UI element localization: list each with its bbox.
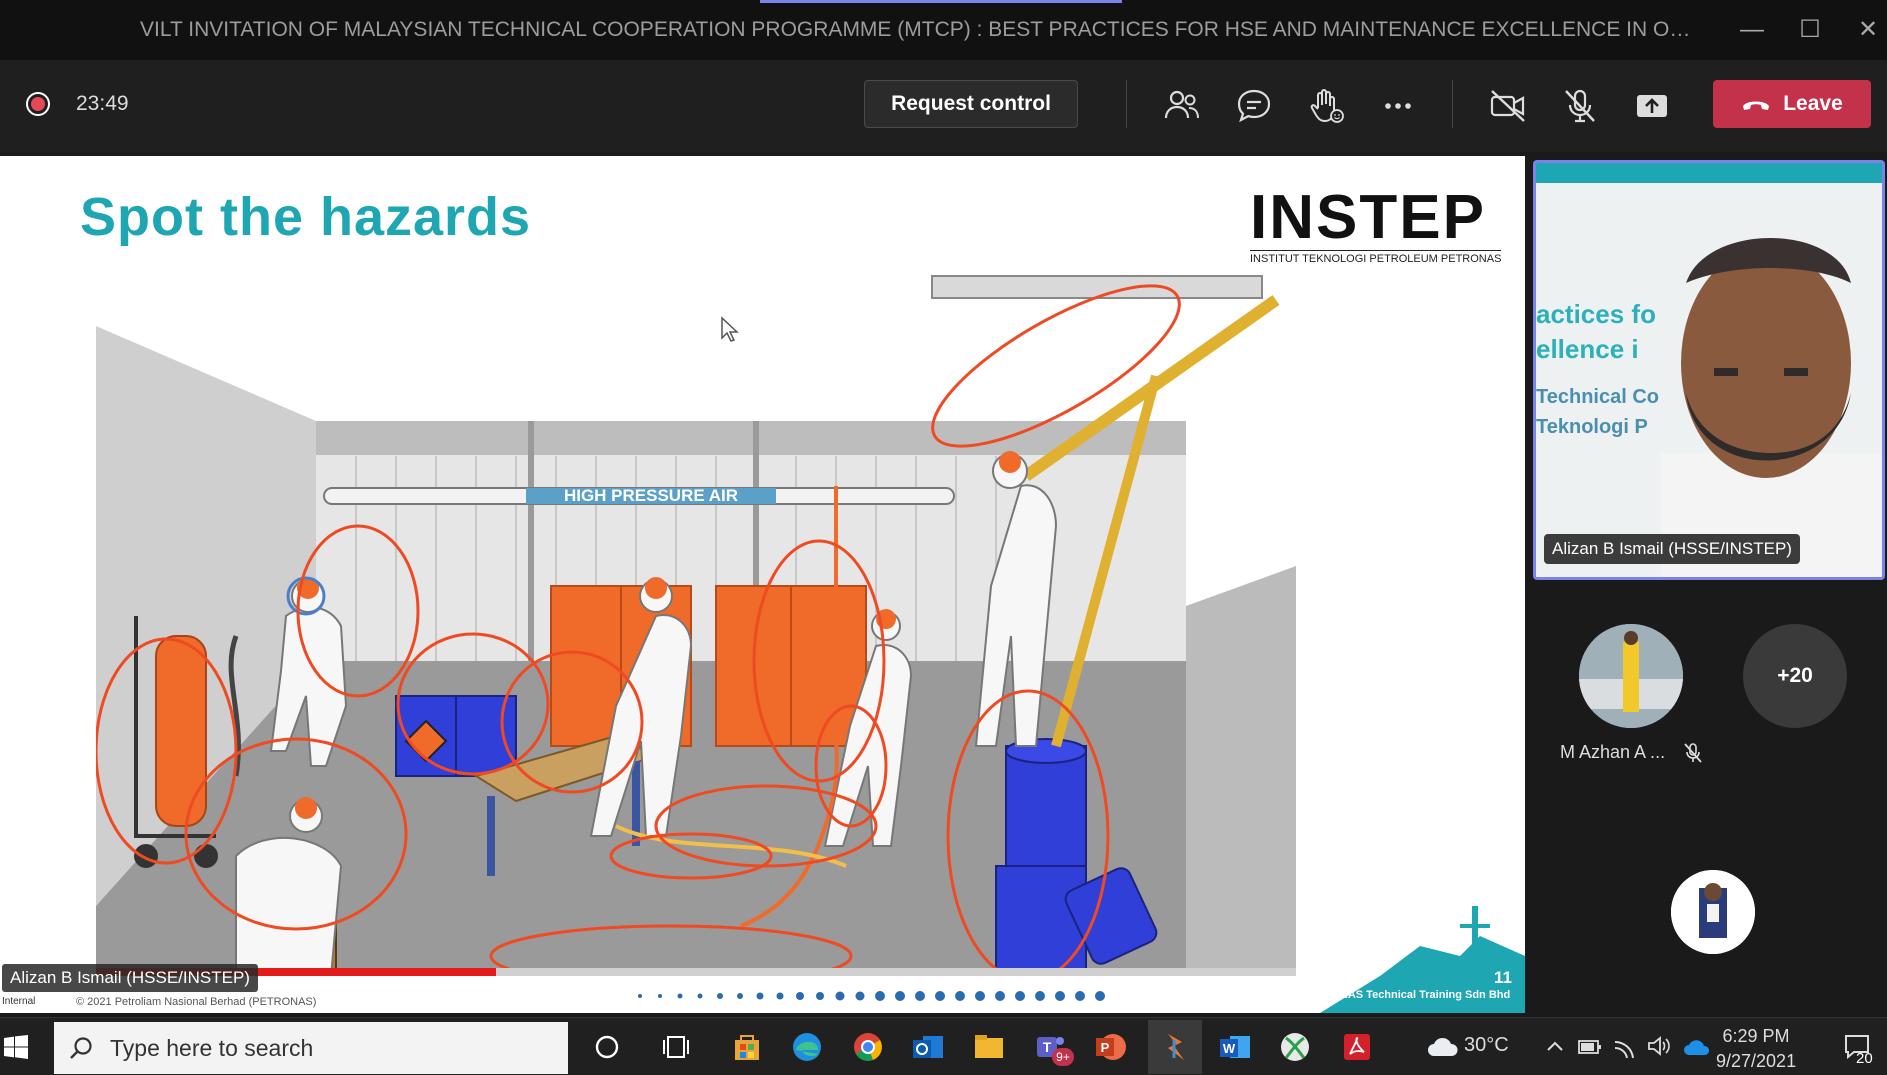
svg-text:W: W xyxy=(1223,1041,1236,1056)
onedrive-icon[interactable] xyxy=(1682,1036,1712,1058)
chevron-up-icon[interactable] xyxy=(1544,1036,1566,1058)
mic-off-icon[interactable] xyxy=(1560,86,1600,126)
bg-slide-text-3: Technical Co xyxy=(1536,386,1659,408)
presenter-name-label: Alizan B Ismail (HSSE/INSTEP) xyxy=(2,964,258,992)
taskbar-clock[interactable]: 6:29 PM 9/27/2021 xyxy=(1716,1024,1796,1074)
maximize-button[interactable]: ☐ xyxy=(1790,12,1830,48)
logo-word: INSTEP xyxy=(1250,183,1486,252)
avatar-photo xyxy=(1579,624,1683,728)
bg-slide-text-4: Teknologi P xyxy=(1536,416,1648,438)
file-explorer-icon[interactable] xyxy=(970,1028,1008,1066)
window-title: VILT INVITATION OF MALAYSIAN TECHNICAL C… xyxy=(140,18,1700,41)
avatar-photo-small xyxy=(1671,870,1755,954)
chat-icon[interactable] xyxy=(1234,86,1274,126)
hazard-scene-illustration: HIGH PRESSURE AIR xyxy=(96,275,1296,976)
notification-count: 20 xyxy=(1856,1050,1873,1067)
taskbar-search[interactable]: Type here to search xyxy=(54,1022,568,1074)
instep-logo: INSTEP INSTITUT TEKNOLOGI PETROLEUM PETR… xyxy=(1250,183,1502,265)
bg-slide-text-2: ellence i xyxy=(1536,334,1639,364)
classification-label: Internal xyxy=(2,996,36,1007)
participant-video-name: Alizan B Ismail (HSSE/INSTEP) xyxy=(1544,534,1800,564)
participant-video-feed: actices fo ellence i Technical Co Teknol… xyxy=(1536,163,1882,577)
leave-button[interactable]: Leave xyxy=(1713,80,1871,128)
windows-start-icon[interactable] xyxy=(4,1035,28,1059)
participant-name-text: M Azhan A ... xyxy=(1560,742,1666,762)
toolbar-divider xyxy=(1126,80,1127,128)
store-icon[interactable] xyxy=(728,1028,766,1066)
wifi-icon[interactable] xyxy=(1612,1034,1638,1058)
battery-icon[interactable] xyxy=(1577,1036,1603,1058)
participant-avatar-small[interactable] xyxy=(1671,870,1755,954)
svg-text:T: T xyxy=(1043,1039,1052,1055)
participant-avatar[interactable] xyxy=(1579,624,1683,728)
bg-slide-text-1: actices fo xyxy=(1536,299,1656,329)
clock-time: 6:29 PM xyxy=(1722,1026,1790,1046)
search-icon xyxy=(70,1037,92,1059)
slide-copyright: © 2021 Petroliam Nasional Berhad (PETRON… xyxy=(76,996,317,1008)
meeting-toolbar: 23:49 Request control Leave xyxy=(0,60,1887,152)
task-view-icon[interactable] xyxy=(658,1028,696,1066)
volume-icon[interactable] xyxy=(1646,1034,1672,1058)
record-icon xyxy=(26,92,50,116)
shared-content: Spot the hazards INSTEP INSTITUT TEKNOLO… xyxy=(0,156,1525,1013)
participants-icon[interactable] xyxy=(1162,86,1202,126)
slide-footer-brand: PETRONAS Technical Training Sdn Bhd xyxy=(1302,989,1511,1001)
more-participants-button[interactable]: +20 xyxy=(1743,624,1847,728)
search-placeholder: Type here to search xyxy=(110,1034,314,1061)
window-titlebar: VILT INVITATION OF MALAYSIAN TECHNICAL C… xyxy=(0,0,1887,60)
close-button[interactable]: ✕ xyxy=(1848,12,1887,48)
toolbar-divider xyxy=(1452,80,1453,128)
participant-name: M Azhan A ... xyxy=(1560,742,1665,763)
chrome-icon[interactable] xyxy=(849,1028,887,1066)
participant-video-tile[interactable]: actices fo ellence i Technical Co Teknol… xyxy=(1533,160,1885,580)
word-icon[interactable]: W xyxy=(1216,1028,1254,1066)
mouse-cursor-icon xyxy=(721,316,739,342)
hang-up-icon xyxy=(1743,101,1770,110)
meeting-timer: 23:49 xyxy=(76,92,129,115)
raise-hand-icon[interactable] xyxy=(1306,86,1346,126)
powerpoint-icon[interactable]: P xyxy=(1092,1028,1130,1066)
weather-cloud-icon[interactable] xyxy=(1426,1032,1460,1062)
leave-label: Leave xyxy=(1783,92,1843,115)
slide-title: Spot the hazards xyxy=(80,187,532,247)
outlook-icon[interactable] xyxy=(909,1028,947,1066)
slide-page-number: 11 xyxy=(1494,968,1512,987)
more-icon[interactable] xyxy=(1378,86,1418,126)
muted-mic-icon xyxy=(1684,743,1702,763)
pipe-sign: HIGH PRESSURE AIR xyxy=(564,486,738,505)
share-icon[interactable] xyxy=(1632,86,1672,126)
titlebar-accent xyxy=(760,0,1122,3)
clock-date: 9/27/2021 xyxy=(1716,1051,1797,1071)
svg-text:P: P xyxy=(1101,1040,1110,1055)
acrobat-icon[interactable] xyxy=(1338,1028,1376,1066)
gas-cylinder xyxy=(155,635,207,827)
teams-badge: 9+ xyxy=(1052,1048,1074,1066)
xbox-icon[interactable] xyxy=(1276,1028,1314,1066)
minimize-button[interactable]: — xyxy=(1732,12,1772,48)
temperature[interactable]: 30°C xyxy=(1464,1034,1509,1057)
windows-taskbar: Type here to search T 9+ P W 30°C 6:29 P… xyxy=(0,1017,1887,1075)
camera-off-icon[interactable] xyxy=(1488,86,1528,126)
edge-icon[interactable] xyxy=(788,1028,826,1066)
app-icon[interactable] xyxy=(1156,1028,1194,1066)
request-control-button[interactable]: Request control xyxy=(864,80,1078,128)
cortana-icon[interactable] xyxy=(588,1028,626,1066)
